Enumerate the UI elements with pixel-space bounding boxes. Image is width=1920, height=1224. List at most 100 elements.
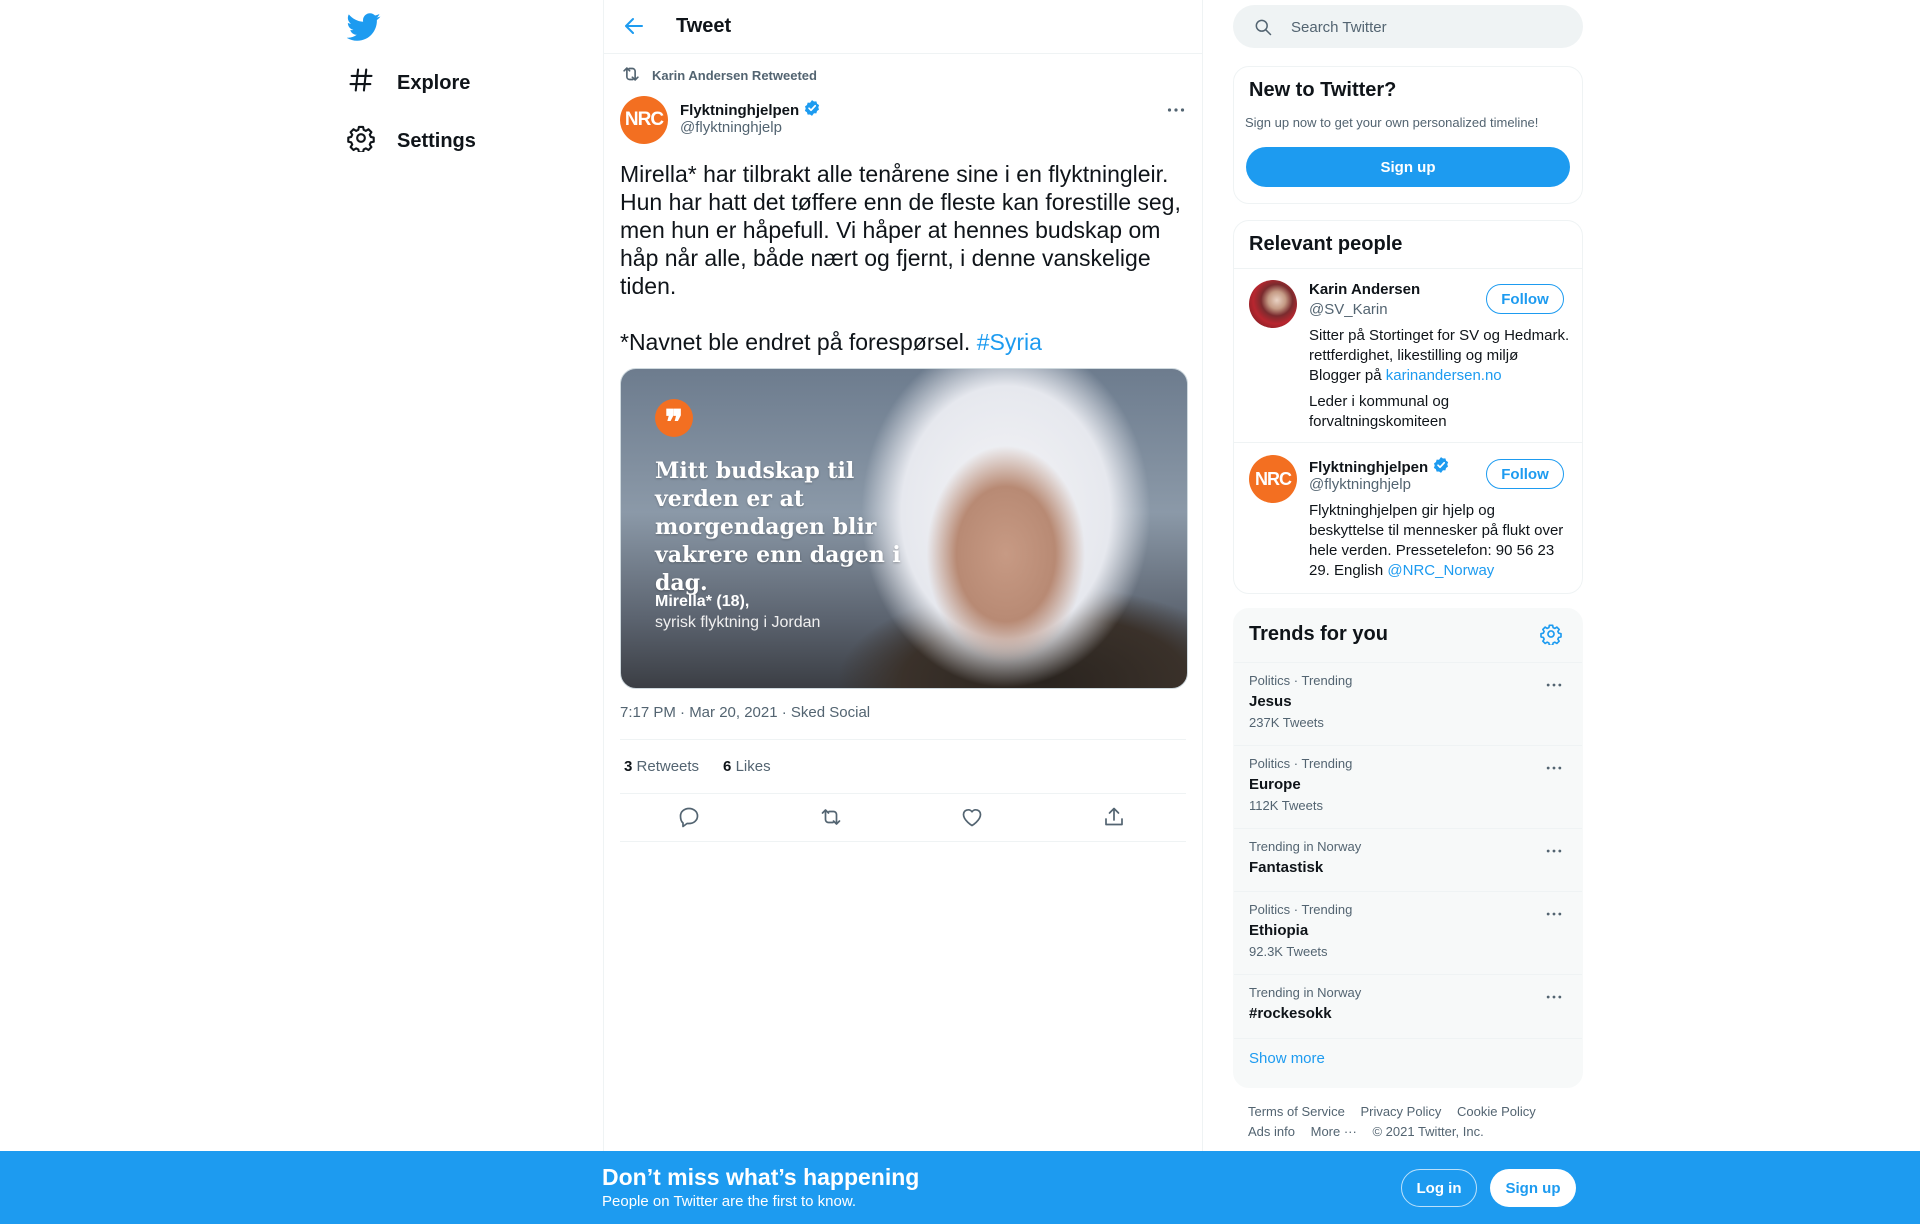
twitter-logo-icon[interactable] [346,10,381,44]
person-karin-andersen[interactable]: Karin Andersen @SV_Karin Follow Sitter p… [1234,268,1582,443]
trend-count: 92.3K Tweets [1249,944,1328,959]
card-header: Trends for you [1234,609,1582,659]
nav-item-settings[interactable]: Settings [347,115,476,167]
retweets-stat[interactable]: 3 Retweets [620,758,699,775]
likes-stat[interactable]: 6 Likes [719,758,771,775]
banner-title: Don’t miss what’s happening [602,1164,920,1190]
tweet-stats: 3 Retweets 6 Likes [620,739,1186,794]
nav-item-explore[interactable]: Explore [347,57,470,109]
trend-context: Politics · Trending [1249,756,1353,771]
column-header: Tweet [604,0,1202,54]
footer-link-ads[interactable]: Ads info [1248,1124,1295,1139]
trend-item[interactable]: Politics · Trending Europe 112K Tweets [1234,745,1582,829]
sign-up-button[interactable]: Sign up [1246,147,1570,187]
card-title: New to Twitter? [1249,79,1397,101]
show-more-link[interactable]: Show more [1249,1050,1325,1067]
follow-button[interactable]: Follow [1486,459,1564,489]
tweet-column: Tweet Karin Andersen Retweeted NRC Flykt… [603,0,1203,1224]
trends-card: Trends for you Politics · Trending Jesus… [1233,608,1583,1088]
author-handle[interactable]: @flyktninghjelp [680,119,782,136]
retweet-icon [620,63,642,88]
banner-sign-up-button[interactable]: Sign up [1490,1169,1576,1207]
footer-links: Terms of Service Privacy Policy Cookie P… [1248,1102,1578,1142]
page-title: Tweet [676,15,732,37]
more-options-icon[interactable] [1544,904,1564,924]
retweet-button-icon[interactable] [819,805,843,829]
hashtag-icon [347,66,375,100]
more-options-icon[interactable] [1544,841,1564,861]
trend-name: #rockesokk [1249,1005,1332,1022]
search-box[interactable] [1233,5,1583,50]
gear-icon[interactable] [1540,623,1562,647]
tweet-image[interactable]: ❞ Mitt budskap til verden er at morgenda… [620,368,1188,689]
nav-item-label: Explore [397,71,471,94]
trend-item[interactable]: Trending in Norway Fantastisk [1234,828,1582,892]
trend-context: Politics · Trending [1249,902,1353,917]
trend-context: Trending in Norway [1249,839,1362,854]
footer-link-more[interactable]: More ··· [1311,1124,1357,1139]
copyright-text: © 2021 Twitter, Inc. [1372,1124,1484,1139]
search-input[interactable] [1289,5,1573,50]
more-options-icon[interactable] [1164,98,1188,122]
share-icon[interactable] [1102,805,1126,829]
author-name[interactable]: Flyktninghjelpen [680,99,821,121]
tweet-paragraph: Mirella* har tilbrakt alle tenårene sine… [620,161,1181,299]
card-header: Relevant people [1234,221,1582,269]
trend-item[interactable]: Trending in Norway #rockesokk [1234,974,1582,1039]
new-to-twitter-card: New to Twitter? Sign up now to get your … [1233,66,1583,204]
signup-banner: Don’t miss what’s happening People on Tw… [0,1151,1920,1224]
card-subtitle: Sign up now to get your own personalized… [1245,115,1539,130]
likes-label: Likes [735,758,771,775]
person-flyktninghjelpen[interactable]: NRC Flyktninghjelpen @flyktninghjelp Fol… [1234,443,1582,593]
tweet-paragraph-text: *Navnet ble endret på forespørsel. [620,329,971,355]
card-title: Trends for you [1249,623,1388,645]
retweeted-by-label: Karin Andersen Retweeted [652,68,817,83]
retweets-label: Retweets [636,758,700,775]
follow-button[interactable]: Follow [1486,284,1564,314]
bio-link[interactable]: karinandersen.no [1386,367,1502,384]
tweet-timestamp[interactable]: 7:17 PM · Mar 20, 2021 · Sked Social [620,704,870,721]
avatar[interactable]: NRC [1249,455,1297,503]
image-credit-subtitle: syrisk flyktning i Jordan [655,614,821,631]
person-name[interactable]: Karin Andersen [1309,281,1420,298]
person-bio: Sitter på Stortinget for SV og Hedmark. … [1309,326,1571,386]
person-name-text: Flyktninghjelpen [1309,458,1429,476]
likes-count: 6 [723,758,732,775]
tweet-text: Mirella* har tilbrakt alle tenårene sine… [620,160,1186,356]
trend-item[interactable]: Politics · Trending Jesus 237K Tweets [1234,662,1582,746]
reply-icon[interactable] [677,805,701,829]
verified-badge-icon [1432,456,1450,478]
image-quote-text: Mitt budskap til verden er at morgendage… [655,458,901,596]
more-options-icon[interactable] [1544,675,1564,695]
author-avatar[interactable]: NRC [620,96,668,144]
tweet-actions [620,793,1186,842]
trend-name: Europe [1249,776,1301,793]
avatar[interactable] [1249,280,1297,328]
like-icon[interactable] [960,805,984,829]
person-bio-extra: Leder i kommunal og forvaltningskomiteen [1309,393,1450,430]
person-name[interactable]: Flyktninghjelpen [1309,456,1450,478]
trend-name: Jesus [1249,693,1292,710]
bio-link[interactable]: @NRC_Norway [1387,562,1494,579]
trend-item[interactable]: Politics · Trending Ethiopia 92.3K Tweet… [1234,891,1582,975]
more-options-icon[interactable] [1544,987,1564,1007]
trend-context: Trending in Norway [1249,985,1362,1000]
more-options-icon[interactable] [1544,758,1564,778]
nav-item-label: Settings [397,129,476,152]
person-handle[interactable]: @SV_Karin [1309,301,1388,318]
hashtag-link[interactable]: #Syria [977,329,1042,355]
person-handle[interactable]: @flyktninghjelp [1309,476,1411,493]
author-name-text: Flyktninghjelpen [680,101,800,119]
back-arrow-icon[interactable] [622,14,646,38]
person-bio: Flyktninghjelpen gir hjelp og beskyttels… [1309,501,1571,581]
footer-link-terms[interactable]: Terms of Service [1248,1104,1345,1119]
retweet-context[interactable]: Karin Andersen Retweeted [620,63,817,88]
footer-link-privacy[interactable]: Privacy Policy [1360,1104,1441,1119]
trend-count: 237K Tweets [1249,715,1324,730]
retweets-count: 3 [624,758,633,775]
image-credit-name: Mirella* (18), [655,593,750,610]
footer-link-cookies[interactable]: Cookie Policy [1457,1104,1536,1119]
quote-mark-icon: ❞ [655,399,693,440]
gear-icon [347,124,375,158]
log-in-button[interactable]: Log in [1401,1169,1477,1207]
